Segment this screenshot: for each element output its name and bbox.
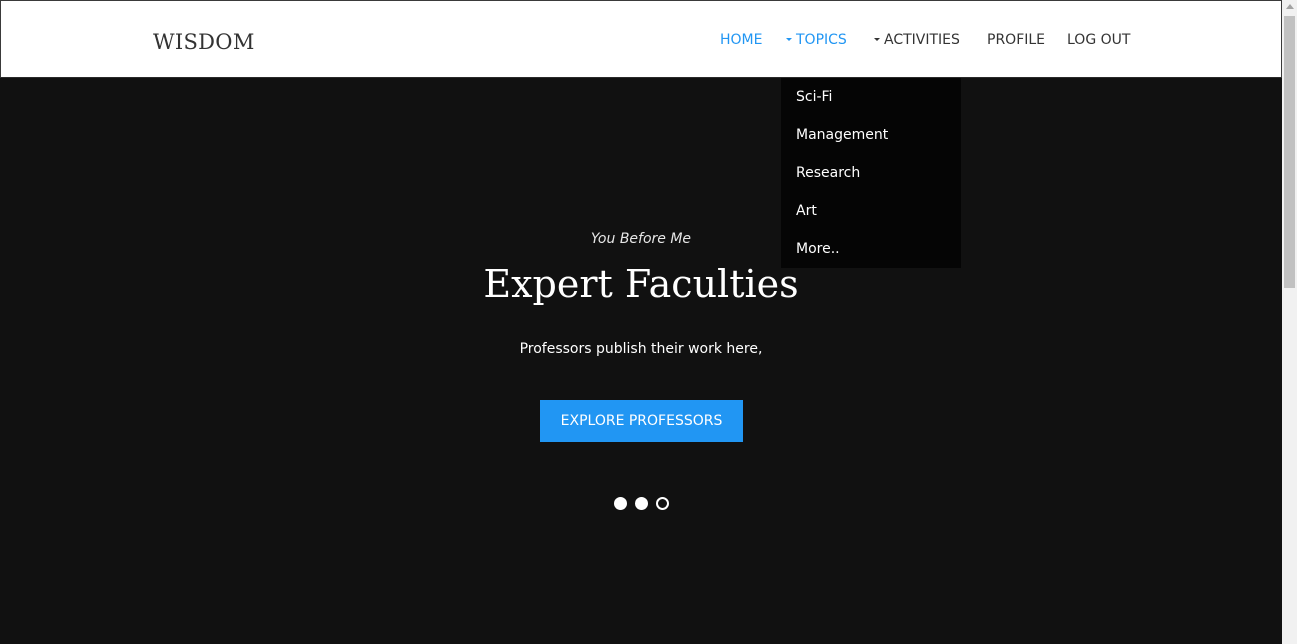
carousel-dot-2[interactable] [635,497,648,510]
hero-description: Professors publish their work here, [519,341,763,357]
dropdown-item-art[interactable]: Art [781,192,961,230]
top-navbar: WISDOM HOME TOPICS ACTIVITIES PROFILE LO… [0,0,1282,78]
nav-home-label: HOME [720,32,763,48]
page: WISDOM HOME TOPICS ACTIVITIES PROFILE LO… [0,0,1282,644]
nav-topics-label: TOPICS [796,32,847,48]
vertical-scrollbar[interactable] [1282,0,1297,644]
topics-dropdown-menu: Sci-Fi Management Research Art More.. [781,78,961,268]
dropdown-item-management[interactable]: Management [781,116,961,154]
scroll-thumb[interactable] [1284,16,1295,288]
brand-logo[interactable]: WISDOM [153,30,255,54]
nav-logout-label: LOG OUT [1067,32,1131,48]
nav-home[interactable]: HOME [720,32,762,48]
nav-activities[interactable]: ACTIVITIES [874,32,960,48]
dropdown-item-more[interactable]: More.. [781,230,961,268]
scroll-up-arrow-icon[interactable] [1286,4,1294,9]
caret-down-icon [786,37,792,41]
hero-carousel: You Before Me Expert Faculties Professor… [0,78,1282,644]
dropdown-item-sci-fi[interactable]: Sci-Fi [781,78,961,116]
carousel-dot-3[interactable] [656,497,669,510]
hero-subtitle: You Before Me [590,231,692,247]
carousel-dot-1[interactable] [614,497,627,510]
explore-professors-button[interactable]: EXPLORE PROFESSORS [540,400,743,442]
nav-profile-label: PROFILE [987,32,1046,48]
hero-title: Expert Faculties [483,262,799,306]
nav-activities-label: ACTIVITIES [884,32,960,48]
nav-logout[interactable]: LOG OUT [1067,32,1130,48]
nav-profile[interactable]: PROFILE [987,32,1045,48]
caret-down-icon [874,37,880,41]
dropdown-item-research[interactable]: Research [781,154,961,192]
nav-topics[interactable]: TOPICS [786,32,847,48]
